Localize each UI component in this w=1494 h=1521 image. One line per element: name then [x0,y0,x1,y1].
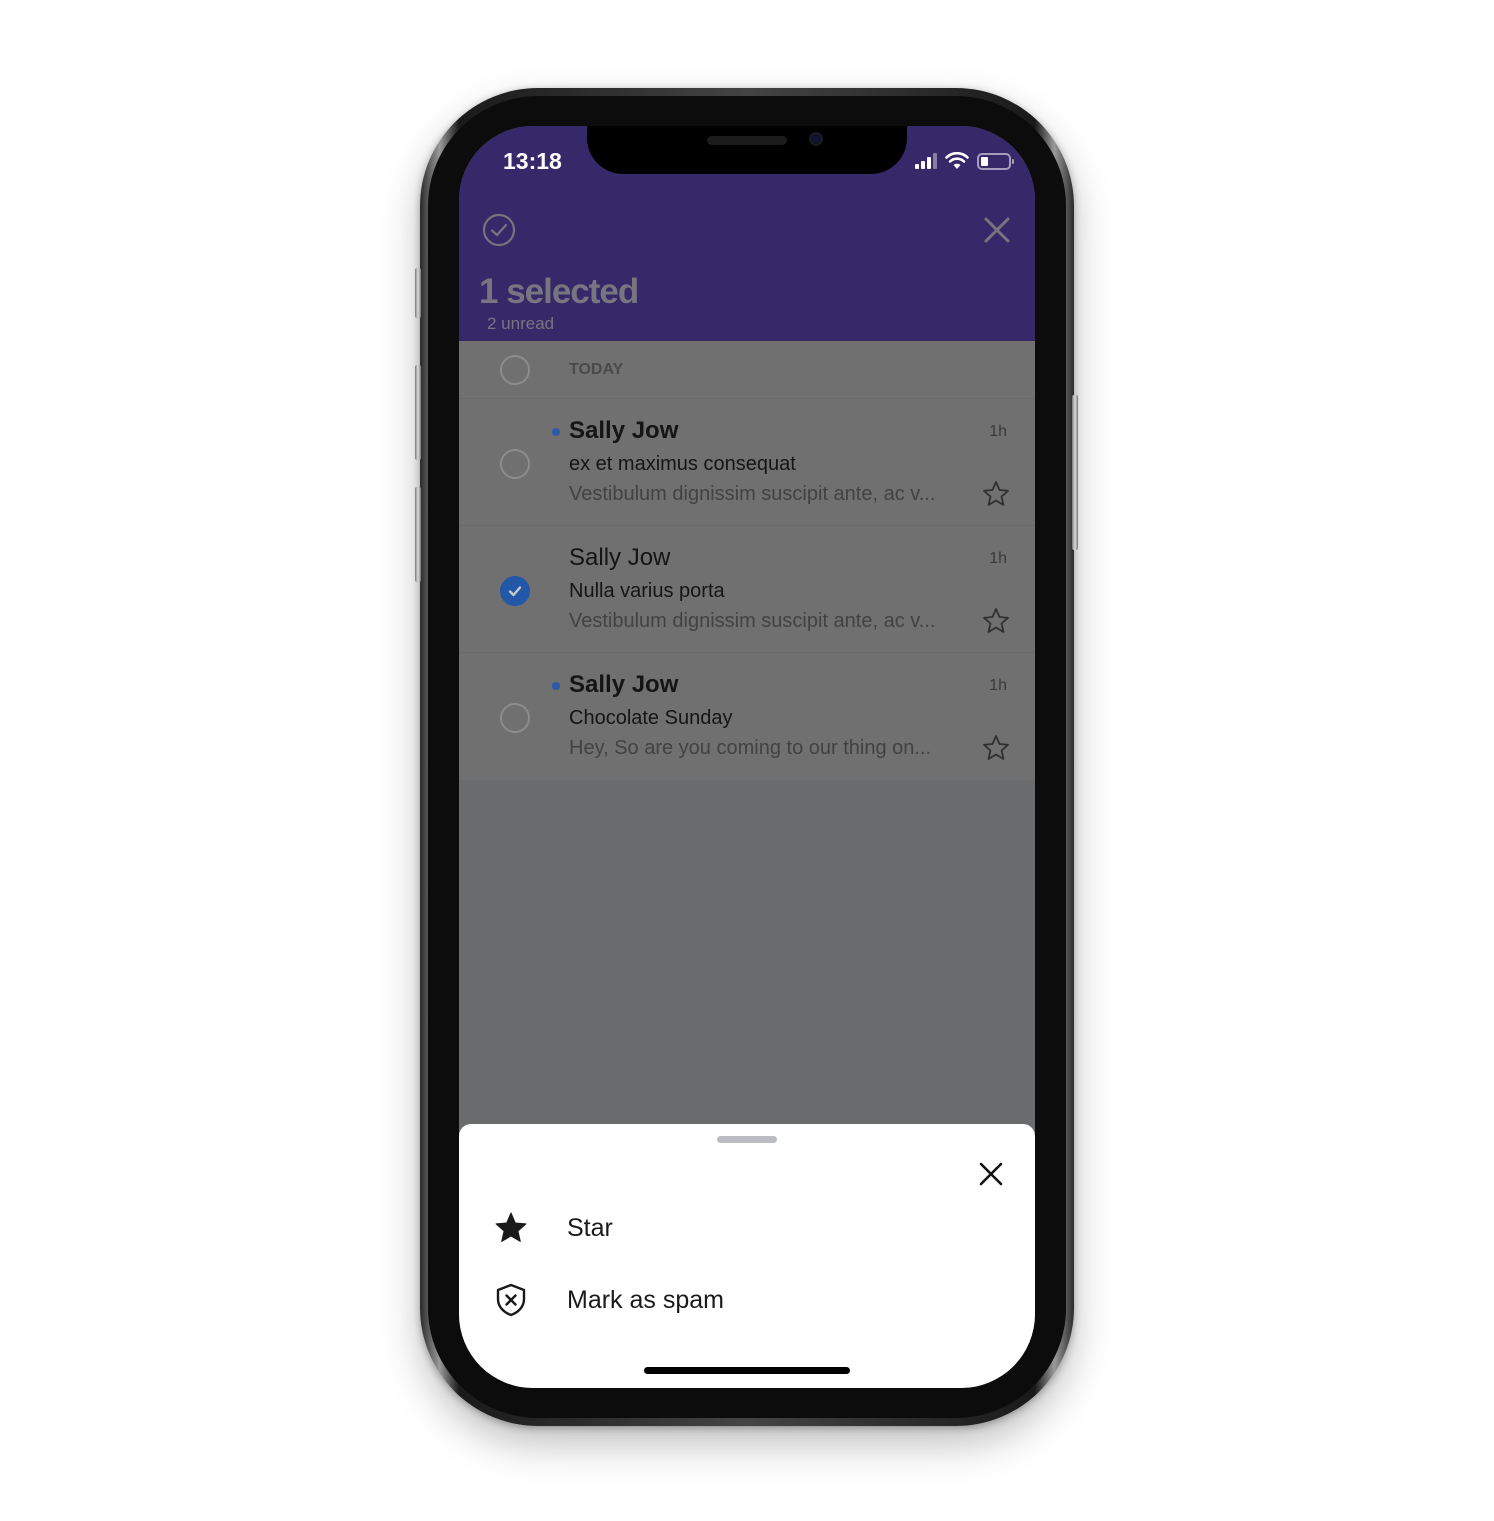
power-button [1072,395,1078,550]
action-label: Star [567,1214,613,1242]
message-time: 1h [989,677,1007,694]
unread-indicator [552,428,560,436]
message-time: 1h [989,550,1007,567]
star-outline-icon[interactable] [981,479,1011,509]
silent-switch [415,268,421,318]
message-row[interactable]: Sally Jow 1h Nulla varius porta Vestibul… [459,526,1035,653]
message-subject: ex et maximus consequat [569,453,796,475]
close-icon[interactable] [981,214,1013,246]
speaker [707,136,787,145]
message-row[interactable]: Sally Jow 1h ex et maximus consequat Ves… [459,399,1035,526]
section-label: TODAY [569,361,624,378]
battery-icon [977,152,1014,170]
status-icons [915,152,1014,170]
message-row[interactable]: Sally Jow 1h Chocolate Sunday Hey, So ar… [459,653,1035,780]
selection-header: 13:18 1 selected 2 unread [459,126,1035,341]
select-all-check-circle-icon[interactable] [481,212,517,248]
message-subject: Nulla varius porta [569,580,725,602]
action-label: Mark as spam [567,1286,724,1314]
message-preview: Vestibulum dignissim suscipit ante, ac v… [569,483,936,505]
message-preview: Vestibulum dignissim suscipit ante, ac v… [569,610,936,632]
shield-x-icon [496,1283,526,1317]
star-filled-icon [495,1212,527,1242]
section-header-today: TODAY [459,341,1035,399]
unread-count-subtitle: 2 unread [487,314,555,333]
phone-screen: 13:18 1 selected 2 unread TODAY Sally Jo… [459,126,1035,1388]
volume-up-button [415,365,421,460]
star-outline-icon[interactable] [981,733,1011,763]
sheet-grabber-handle[interactable] [717,1136,777,1143]
message-sender: Sally Jow [569,671,679,698]
message-subject: Chocolate Sunday [569,707,733,729]
close-icon[interactable] [977,1160,1005,1188]
select-section-checkbox[interactable] [500,355,530,385]
checkmark-icon [508,586,522,597]
action-mark-as-spam[interactable]: Mark as spam [459,1270,1035,1330]
message-sender: Sally Jow [569,544,671,571]
status-time: 13:18 [503,148,562,174]
message-checkbox[interactable] [500,449,530,479]
action-star[interactable]: Star [459,1198,1035,1258]
volume-down-button [415,487,421,582]
message-list: TODAY Sally Jow 1h ex et maximus consequ… [459,341,1035,780]
action-sheet: Star Mark as spam [459,1124,1035,1388]
message-checkbox[interactable] [500,703,530,733]
home-indicator[interactable] [644,1367,850,1374]
message-time: 1h [989,423,1007,440]
notch [587,126,907,174]
unread-indicator [552,682,560,690]
message-checkbox-checked[interactable] [500,576,530,606]
wifi-icon [945,152,969,169]
cellular-signal-icon [915,153,937,169]
message-preview: Hey, So are you coming to our thing on..… [569,737,932,759]
message-sender: Sally Jow [569,417,679,444]
front-camera [809,132,823,146]
selection-count-title: 1 selected [479,272,639,311]
star-outline-icon[interactable] [981,606,1011,636]
